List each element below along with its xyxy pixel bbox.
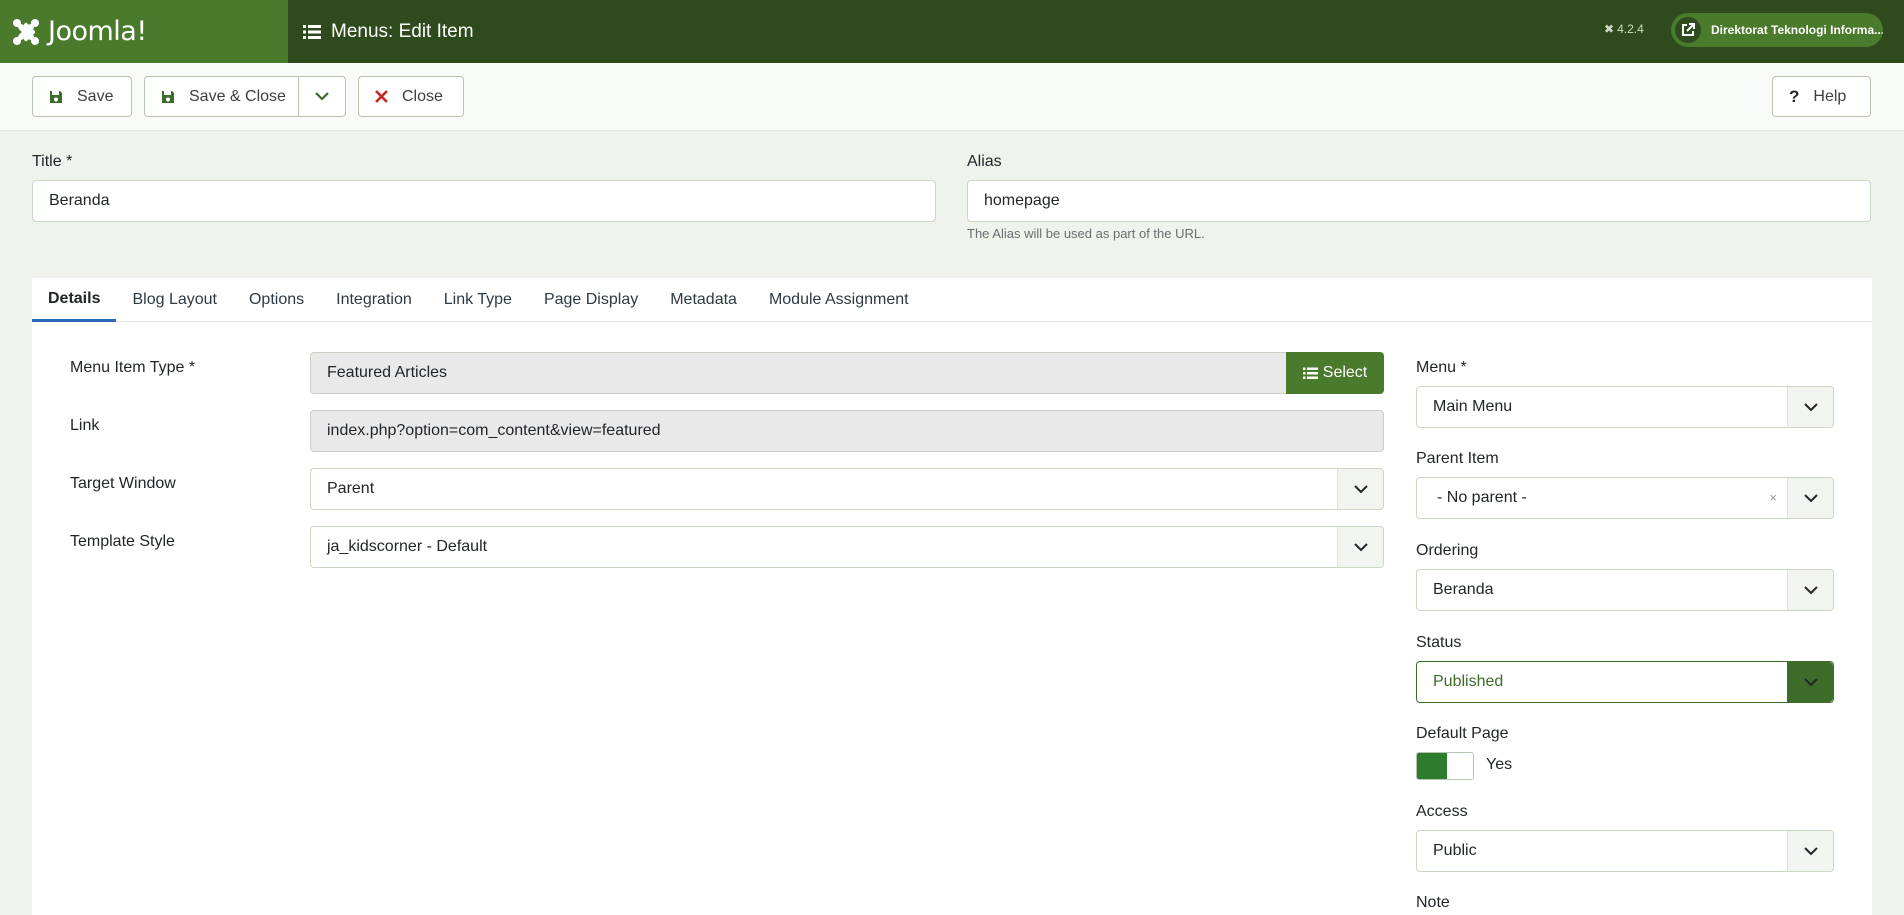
close-label: Close	[402, 87, 443, 105]
menu-item-type-label: Menu Item Type *	[70, 359, 196, 376]
default-page-value: Yes	[1486, 756, 1513, 773]
brand-name: Joomla!	[48, 16, 147, 47]
target-window-select[interactable]: Parent	[310, 468, 1384, 510]
app-header: Joomla! Menus: Edit Item ✖ 4.2.4 Direkto…	[0, 0, 1904, 63]
target-window-label: Target Window	[70, 475, 176, 492]
ordering-select[interactable]: Beranda	[1416, 569, 1834, 611]
template-style-value: ja_kidscorner - Default	[327, 538, 488, 555]
external-link-icon	[1675, 17, 1701, 43]
note-label: Note	[1416, 894, 1450, 911]
chevron-down-icon	[1787, 478, 1833, 518]
chevron-down-icon	[1337, 527, 1383, 567]
joomla-mark-icon	[13, 18, 39, 45]
link-field: index.php?option=com_content&view=featur…	[310, 410, 1384, 452]
tab-metadata[interactable]: Metadata	[654, 278, 753, 322]
access-select[interactable]: Public	[1416, 830, 1834, 872]
select-type-button[interactable]: Select	[1286, 352, 1384, 394]
x-icon	[375, 90, 388, 103]
menu-value: Main Menu	[1433, 398, 1513, 415]
chevron-down-icon	[1787, 831, 1833, 871]
parent-item-label: Parent Item	[1416, 450, 1499, 467]
access-value: Public	[1433, 842, 1477, 859]
list-icon	[303, 24, 321, 39]
select-label: Select	[1322, 364, 1368, 381]
tab-integration[interactable]: Integration	[320, 278, 428, 322]
help-button[interactable]: ? Help	[1772, 76, 1871, 117]
title-label: Title *	[32, 153, 73, 170]
version-badge: ✖ 4.2.4	[1604, 0, 1644, 58]
list-icon	[1302, 367, 1318, 380]
floppy-disk-icon	[49, 90, 63, 104]
tab-blog-layout[interactable]: Blog Layout	[116, 278, 233, 322]
tab-details[interactable]: Details	[32, 278, 117, 322]
floppy-disk-icon	[161, 90, 175, 104]
view-site-button[interactable]: Direktorat Teknologi Informa...	[1671, 13, 1883, 47]
chevron-down-icon	[315, 92, 329, 101]
menu-select[interactable]: Main Menu	[1416, 386, 1834, 428]
close-button[interactable]: Close	[358, 76, 464, 117]
target-window-value: Parent	[327, 480, 375, 497]
alias-hint: The Alias will be used as part of the UR…	[967, 226, 1205, 241]
chevron-down-icon	[1787, 387, 1833, 427]
ordering-value: Beranda	[1433, 581, 1494, 598]
alias-label: Alias	[967, 153, 1002, 170]
tab-page-display[interactable]: Page Display	[528, 278, 654, 322]
menu-item-type-field: Featured Articles	[310, 352, 1288, 394]
chevron-down-icon	[1337, 469, 1383, 509]
ordering-label: Ordering	[1416, 542, 1479, 559]
alias-input[interactable]: homepage	[967, 180, 1871, 222]
menu-label: Menu *	[1416, 359, 1467, 376]
question-icon: ?	[1789, 86, 1800, 106]
page-title: Menus: Edit Item	[303, 0, 474, 63]
toolbar: Save Save & Close Close ? Help	[0, 63, 1904, 131]
default-page-toggle[interactable]	[1416, 752, 1474, 780]
status-label: Status	[1416, 634, 1462, 651]
save-close-button[interactable]: Save & Close	[144, 76, 346, 117]
title-input[interactable]: Beranda	[32, 180, 936, 222]
status-select[interactable]: Published	[1416, 661, 1834, 703]
joomla-logo[interactable]: Joomla!	[0, 0, 288, 63]
clear-icon[interactable]: ×	[1769, 490, 1777, 505]
default-page-label: Default Page	[1416, 725, 1509, 742]
save-label: Save	[77, 87, 114, 105]
parent-item-value: - No parent -	[1437, 489, 1527, 506]
chevron-down-icon	[1787, 570, 1833, 610]
toggle-on-indicator	[1417, 753, 1447, 779]
edit-card: Details Blog Layout Options Integration …	[32, 278, 1872, 915]
help-label: Help	[1813, 87, 1847, 105]
joomla-small-icon: ✖	[1604, 22, 1615, 36]
tab-bar: Details Blog Layout Options Integration …	[32, 278, 1872, 322]
chevron-down-icon	[1787, 662, 1833, 702]
template-style-select[interactable]: ja_kidscorner - Default	[310, 526, 1384, 568]
access-label: Access	[1416, 803, 1468, 820]
site-name: Direktorat Teknologi Informa...	[1711, 23, 1883, 37]
save-options-dropdown[interactable]	[298, 77, 345, 116]
link-label: Link	[70, 417, 100, 434]
tab-link-type[interactable]: Link Type	[428, 278, 528, 322]
save-button[interactable]: Save	[32, 76, 132, 117]
page-title-text: Menus: Edit Item	[331, 20, 474, 42]
template-style-label: Template Style	[70, 533, 175, 550]
parent-item-select[interactable]: - No parent - ×	[1416, 477, 1834, 519]
tab-module-assignment[interactable]: Module Assignment	[753, 278, 925, 322]
status-value: Published	[1433, 673, 1504, 690]
save-close-label: Save & Close	[189, 87, 286, 105]
tab-options[interactable]: Options	[233, 278, 320, 322]
version-text: 4.2.4	[1617, 22, 1644, 36]
